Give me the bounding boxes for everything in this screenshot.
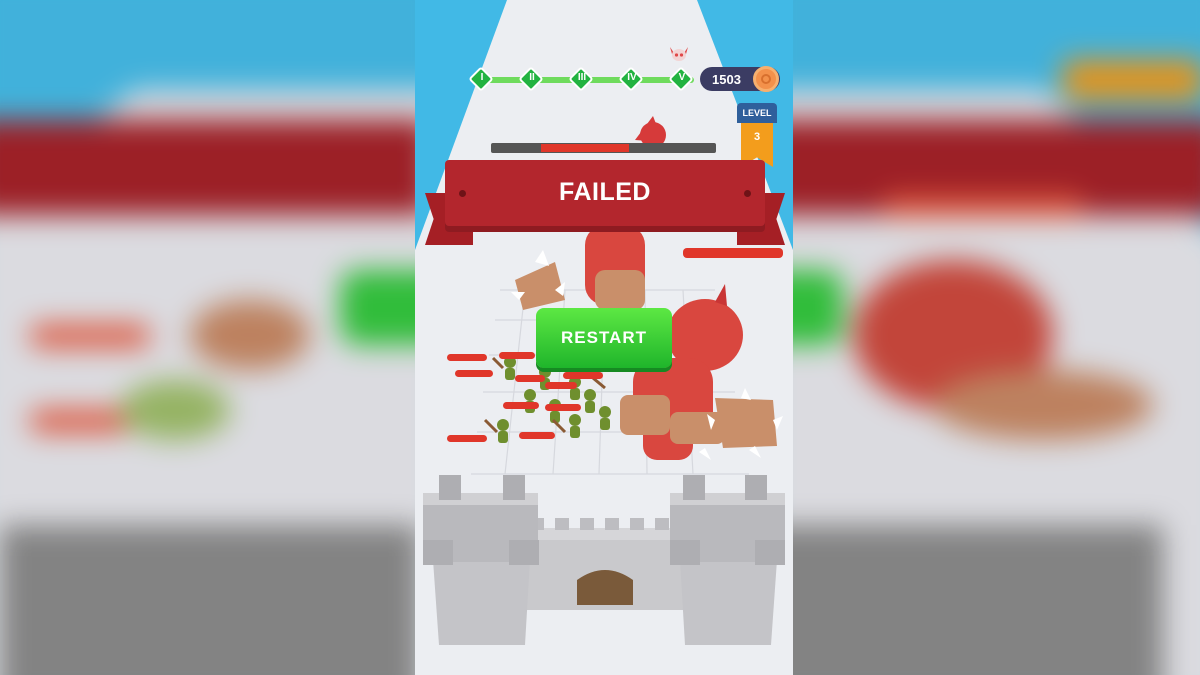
- coin-icon: [753, 66, 779, 92]
- goblin-health-bar: [503, 402, 539, 409]
- stage-label: III: [577, 72, 587, 83]
- goblin-health-bar: [545, 404, 581, 411]
- game-view: I II III IV V 1503 LEVEL 3 FAILED RESTAR…: [415, 0, 793, 675]
- stage-label: V: [678, 72, 686, 83]
- goblin-health-bar: [563, 372, 603, 379]
- stage-marker: V: [668, 66, 694, 92]
- coin-amount: 1503: [712, 72, 741, 87]
- stage-marker: IV: [618, 66, 644, 92]
- goblin-health-bar: [515, 375, 545, 382]
- goblin-health-bar: [447, 435, 487, 442]
- background-blur-left: [0, 0, 415, 675]
- restart-label: RESTART: [560, 328, 647, 347]
- stage-progress: I II III IV V: [468, 66, 702, 94]
- goblin-health-bar: [499, 352, 535, 359]
- stage-label: I: [480, 72, 484, 83]
- goblin-health-bar: [545, 382, 577, 389]
- goblin-health-bar: [455, 370, 493, 377]
- failed-title: FAILED: [559, 178, 651, 206]
- stage-label: IV: [627, 72, 637, 83]
- banner-plate: FAILED: [445, 160, 765, 232]
- far-enemy-health-bar: [491, 143, 716, 153]
- stage-marker: III: [568, 66, 594, 92]
- background-blur-right: [793, 0, 1200, 675]
- stage-marker: I: [468, 66, 494, 92]
- goblin-health-bar: [447, 354, 487, 361]
- level-label: LEVEL: [737, 103, 777, 123]
- stage-marker: II: [518, 66, 544, 92]
- skull-icon: [670, 47, 688, 61]
- stage-label: II: [529, 72, 535, 83]
- goblin-health-bar: [519, 432, 555, 439]
- failed-banner: FAILED: [415, 155, 793, 255]
- restart-button[interactable]: RESTART: [536, 308, 672, 368]
